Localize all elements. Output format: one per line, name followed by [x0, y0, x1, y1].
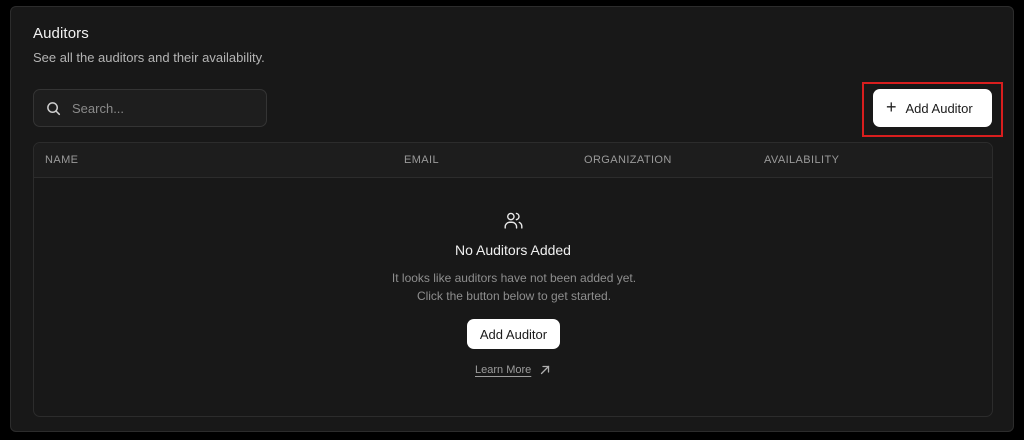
empty-state-title: No Auditors Added — [455, 242, 571, 258]
search-box[interactable] — [33, 89, 267, 127]
table-header: NAME EMAIL ORGANIZATION AVAILABILITY — [34, 143, 992, 178]
learn-more-label: Learn More — [475, 364, 532, 376]
plus-icon: + — [886, 97, 897, 117]
users-icon — [504, 212, 523, 229]
search-icon — [47, 101, 61, 115]
search-input[interactable] — [72, 100, 252, 116]
column-header-email[interactable]: EMAIL — [404, 154, 439, 166]
learn-more-link[interactable]: Learn More — [475, 364, 550, 376]
page-subtitle: See all the auditors and their availabil… — [33, 50, 265, 65]
column-header-name[interactable]: NAME — [45, 154, 78, 166]
column-header-availability[interactable]: AVAILABILITY — [764, 154, 839, 166]
add-auditor-button[interactable]: + Add Auditor — [873, 89, 992, 127]
auditors-table: NAME EMAIL ORGANIZATION AVAILABILITY No … — [33, 142, 993, 417]
empty-state-description: It looks like auditors have not been add… — [391, 271, 637, 303]
page-title: Auditors — [33, 25, 89, 42]
auditors-panel: Auditors See all the auditors and their … — [10, 6, 1014, 432]
column-header-organization[interactable]: ORGANIZATION — [584, 154, 672, 166]
empty-state-add-auditor-button[interactable]: Add Auditor — [467, 319, 560, 349]
add-auditor-label: Add Auditor — [905, 100, 973, 116]
arrow-up-right-icon — [541, 365, 550, 375]
